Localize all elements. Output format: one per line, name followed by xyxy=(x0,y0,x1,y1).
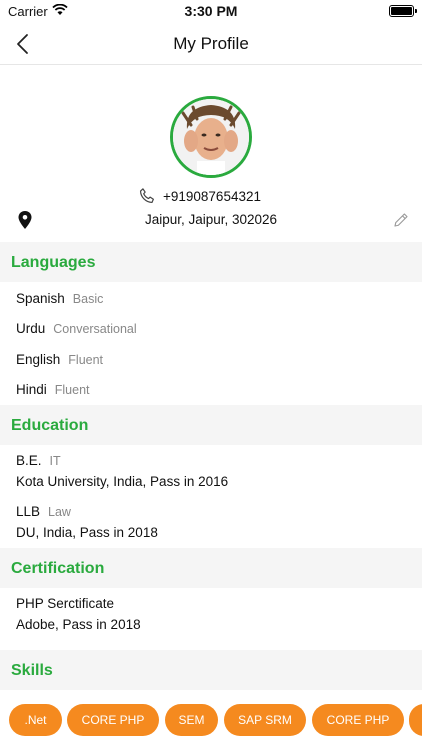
skills-title: Skills xyxy=(11,662,53,679)
address: Jaipur, Jaipur, 302026 xyxy=(144,212,278,227)
language-level: Fluent xyxy=(68,353,104,367)
skills-section-header: Skills xyxy=(0,650,422,690)
education-title: Education xyxy=(11,417,89,434)
skill-chip[interactable]: SAP SRM xyxy=(224,704,306,736)
education-field: Law xyxy=(48,505,71,519)
status-bar: Carrier 3:30 PM xyxy=(0,0,422,22)
skill-chip[interactable]: SEM xyxy=(165,704,218,736)
phone-number: +919087654321 xyxy=(163,189,261,204)
education-section-header: Education xyxy=(0,405,422,445)
language-item: Hindi Fluent xyxy=(16,382,90,397)
language-name: English xyxy=(16,352,61,367)
skill-chip-partial[interactable] xyxy=(409,704,422,736)
language-name: Hindi xyxy=(16,382,47,397)
certification-title-row: PHP Serctificate xyxy=(16,596,115,611)
education-degree: LLB xyxy=(16,504,41,519)
skills-chip-list[interactable]: .Net CORE PHP SEM SAP SRM CORE PHP xyxy=(0,704,422,740)
language-name: Urdu xyxy=(16,321,46,336)
languages-section-header: Languages xyxy=(0,242,422,282)
education-field: IT xyxy=(49,454,61,468)
status-time: 3:30 PM xyxy=(184,3,238,19)
education-details: DU, India, Pass in 2018 xyxy=(16,525,158,540)
language-level: Conversational xyxy=(53,322,137,336)
language-level: Basic xyxy=(72,292,104,306)
education-details: Kota University, India, Pass in 2016 xyxy=(16,474,229,489)
phone-icon xyxy=(139,188,154,204)
language-item: Spanish Basic xyxy=(16,291,103,306)
skill-chip[interactable]: CORE PHP xyxy=(312,704,404,736)
language-item: English Fluent xyxy=(16,352,103,367)
skill-chip[interactable]: CORE PHP xyxy=(67,704,159,736)
battery-icon xyxy=(389,5,417,17)
language-level: Fluent xyxy=(54,383,90,397)
languages-title: Languages xyxy=(11,254,96,271)
edit-pencil-icon[interactable] xyxy=(392,211,410,229)
language-item: Urdu Conversational xyxy=(16,321,137,336)
certification-title: Certification xyxy=(11,560,105,577)
phone-row: +919087654321 xyxy=(0,187,422,207)
certification-section-header: Certification xyxy=(0,548,422,588)
skill-chip[interactable]: .Net xyxy=(9,704,62,736)
education-degree: B.E. xyxy=(16,453,42,468)
language-name: Spanish xyxy=(16,291,65,306)
education-degree-row: B.E. IT xyxy=(16,453,61,468)
page-title: My Profile xyxy=(173,34,249,53)
certification-details: Adobe, Pass in 2018 xyxy=(16,617,141,632)
nav-bar: My Profile xyxy=(0,22,422,65)
avatar[interactable] xyxy=(170,96,252,178)
education-degree-row: LLB Law xyxy=(16,504,71,519)
